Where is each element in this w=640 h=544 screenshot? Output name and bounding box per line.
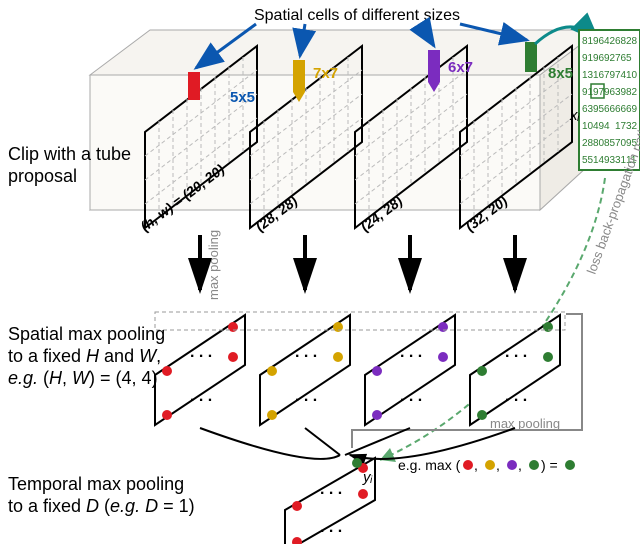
svg-text:13: 13	[582, 70, 594, 81]
tube-block	[90, 30, 600, 210]
svg-text:. . .: . . .	[400, 388, 422, 405]
cell-green	[525, 42, 537, 72]
svg-text:92: 92	[604, 53, 616, 64]
svg-text:96: 96	[593, 53, 605, 64]
svg-text:. . .: . . .	[320, 519, 342, 536]
diagram-title: Spatial cells of different sizes	[254, 7, 460, 24]
svg-text:17: 17	[615, 121, 627, 132]
svg-text:) =: ) =	[541, 457, 558, 473]
svg-text:80: 80	[593, 138, 605, 149]
svg-text:,: ,	[518, 457, 522, 473]
svg-text:70: 70	[615, 138, 627, 149]
spatial-label: Spatial max pooling to a fixed H and W, …	[8, 324, 170, 388]
svg-text:4: 4	[604, 121, 610, 132]
svg-text:. . .: . . .	[505, 344, 527, 361]
svg-text:91: 91	[582, 87, 594, 98]
max-pool-h-label: max pooling	[490, 416, 560, 431]
svg-text:76: 76	[615, 53, 627, 64]
cell-red	[188, 72, 200, 100]
svg-text:93: 93	[604, 155, 616, 166]
cell-purple	[428, 50, 440, 82]
svg-text:10: 10	[626, 70, 638, 81]
max-legend: e.g. max ( , , , ) =	[398, 457, 575, 473]
svg-text:49: 49	[593, 121, 605, 132]
svg-text:69: 69	[626, 104, 638, 115]
svg-text:95: 95	[593, 104, 605, 115]
svg-text:. . .: . . .	[320, 481, 342, 498]
svg-text:. . .: . . .	[295, 388, 317, 405]
temporal-label: Temporal max pooling to a fixed D (e.g. …	[8, 474, 195, 516]
svg-text:66: 66	[615, 104, 627, 115]
cell-green-label: 8x5	[548, 65, 573, 82]
max-pool-vertical-label: max pooling	[206, 230, 221, 300]
svg-text:96: 96	[593, 36, 605, 47]
svg-text:85: 85	[604, 138, 616, 149]
svg-text:. . .: . . .	[190, 344, 212, 361]
yi-label: yᵢ	[362, 469, 374, 486]
svg-text:68: 68	[615, 36, 627, 47]
cell-purple-label: 6x7	[448, 59, 473, 76]
svg-text:63: 63	[582, 104, 594, 115]
svg-text:97: 97	[593, 87, 605, 98]
svg-text:,: ,	[496, 457, 500, 473]
svg-text:5: 5	[626, 53, 632, 64]
svg-text:42: 42	[604, 36, 616, 47]
svg-text:. . .: . . .	[505, 388, 527, 405]
svg-text:82: 82	[626, 87, 638, 98]
svg-text:79: 79	[604, 70, 616, 81]
down-arrows	[200, 235, 515, 290]
svg-text:81: 81	[582, 36, 594, 47]
svg-text:28: 28	[626, 36, 638, 47]
final-pooled: . . . . . .	[285, 458, 375, 544]
xi-label: xᵢ	[569, 107, 581, 124]
svg-text:66: 66	[604, 104, 616, 115]
svg-text:91: 91	[582, 53, 594, 64]
cell-yellow	[293, 60, 305, 92]
svg-text:e.g. max (: e.g. max (	[398, 457, 461, 473]
svg-text:. . .: . . .	[295, 344, 317, 361]
pooled-row: . . . . . . . . . . . . . . . . . . . . . . …	[155, 312, 565, 425]
svg-text:. . .: . . .	[400, 344, 422, 361]
svg-text:74: 74	[615, 70, 627, 81]
svg-text:16: 16	[593, 70, 605, 81]
svg-text:28: 28	[582, 138, 594, 149]
svg-text:14: 14	[593, 155, 605, 166]
svg-text:10: 10	[582, 121, 594, 132]
svg-text:39: 39	[615, 87, 627, 98]
cell-yellow-label: 7x7	[313, 65, 338, 82]
svg-text:. . .: . . .	[190, 388, 212, 405]
svg-text:,: ,	[474, 457, 478, 473]
svg-text:55: 55	[582, 155, 594, 166]
cell-red-label: 5x5	[230, 89, 255, 106]
svg-text:96: 96	[604, 87, 616, 98]
